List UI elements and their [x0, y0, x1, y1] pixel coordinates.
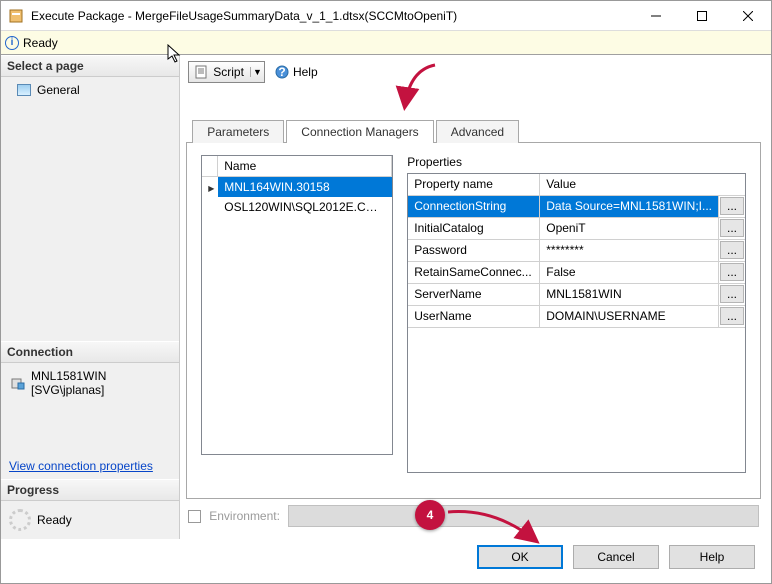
toolbar-help-label: Help	[293, 65, 318, 79]
window-title: Execute Package - MergeFileUsageSummaryD…	[31, 9, 633, 23]
list-item[interactable]: MNL164WIN.30158	[202, 177, 392, 197]
environment-combobox[interactable]	[288, 505, 759, 527]
prop-ellipsis-button[interactable]: ...	[720, 307, 744, 325]
properties-panel: Properties Property name Value Connectio…	[407, 155, 746, 486]
progress-header: Progress	[1, 479, 179, 501]
prop-name: UserName	[408, 306, 540, 327]
tabstrip: Parameters Connection Managers Advanced	[186, 119, 761, 143]
app-icon	[1, 8, 31, 24]
prop-name: RetainSameConnec...	[408, 262, 540, 283]
properties-label: Properties	[407, 155, 746, 169]
ready-icon: i	[5, 36, 19, 50]
toolbar-help-button[interactable]: ? Help	[275, 65, 318, 79]
list-header-blank	[202, 156, 218, 176]
view-connection-properties-link[interactable]: View connection properties	[1, 453, 179, 479]
server-icon	[11, 376, 25, 390]
prop-header-value[interactable]: Value	[540, 174, 745, 195]
close-button[interactable]	[725, 1, 771, 31]
prop-ellipsis-button[interactable]: ...	[720, 219, 744, 237]
tab-parameters[interactable]: Parameters	[192, 120, 284, 143]
toolbar: Script ▼ ? Help	[186, 59, 761, 85]
help-button[interactable]: Help	[669, 545, 755, 569]
progress-section: Ready	[1, 501, 179, 539]
cancel-button[interactable]: Cancel	[573, 545, 659, 569]
prop-ellipsis-button[interactable]: ...	[720, 285, 744, 303]
environment-checkbox[interactable]	[188, 510, 201, 523]
right-pane: Script ▼ ? Help Parameters Connection Ma…	[180, 55, 771, 539]
prop-row[interactable]: Password ******** ...	[408, 240, 745, 262]
prop-value[interactable]: DOMAIN\USERNAME	[540, 306, 719, 327]
prop-ellipsis-button[interactable]: ...	[720, 197, 744, 215]
list-row-indicator-icon	[202, 197, 218, 217]
prop-row[interactable]: ConnectionString Data Source=MNL1581WIN;…	[408, 196, 745, 218]
dialog-buttons: OK Cancel Help	[1, 539, 771, 583]
prop-row[interactable]: UserName DOMAIN\USERNAME ...	[408, 306, 745, 328]
progress-spinner-icon	[9, 509, 31, 531]
script-button[interactable]: Script ▼	[188, 61, 265, 83]
tab-connection-managers[interactable]: Connection Managers	[286, 120, 433, 143]
help-icon: ?	[275, 65, 289, 79]
page-item-general[interactable]: General	[7, 81, 173, 99]
left-pane: Select a page General Connection MNL1581…	[1, 55, 180, 539]
prop-value[interactable]: MNL1581WIN	[540, 284, 719, 305]
prop-row[interactable]: ServerName MNL1581WIN ...	[408, 284, 745, 306]
prop-value[interactable]: False	[540, 262, 719, 283]
ok-button[interactable]: OK	[477, 545, 563, 569]
connection-manager-list[interactable]: Name MNL164WIN.30158 OSL120WIN\SQL2012E.…	[201, 155, 393, 455]
titlebar: Execute Package - MergeFileUsageSummaryD…	[1, 1, 771, 31]
prop-name: ConnectionString	[408, 196, 540, 217]
connection-value: MNL1581WIN [SVG\jplanas]	[7, 367, 173, 399]
list-header: Name	[202, 156, 392, 177]
script-button-label: Script	[213, 65, 244, 79]
progress-text: Ready	[37, 513, 72, 527]
maximize-button[interactable]	[679, 1, 725, 31]
environment-row: Environment:	[186, 499, 761, 539]
list-item[interactable]: OSL120WIN\SQL2012E.CM_...	[202, 197, 392, 217]
page-icon	[17, 84, 31, 96]
prop-ellipsis-button[interactable]: ...	[720, 263, 744, 281]
tab-body: Name MNL164WIN.30158 OSL120WIN\SQL2012E.…	[186, 143, 761, 499]
environment-label: Environment:	[209, 509, 280, 523]
page-item-label: General	[37, 83, 80, 97]
select-page-header: Select a page	[1, 55, 179, 77]
prop-name: ServerName	[408, 284, 540, 305]
script-icon	[195, 65, 209, 79]
status-text: Ready	[23, 36, 58, 50]
tab-advanced[interactable]: Advanced	[436, 120, 519, 143]
status-bar: i Ready	[1, 31, 771, 55]
list-item-label: OSL120WIN\SQL2012E.CM_...	[218, 197, 392, 217]
prop-row[interactable]: InitialCatalog OpeniT ...	[408, 218, 745, 240]
connection-header: Connection	[1, 341, 179, 363]
properties-grid: Property name Value ConnectionString Dat…	[407, 173, 746, 473]
prop-ellipsis-button[interactable]: ...	[720, 241, 744, 259]
prop-value[interactable]: ********	[540, 240, 719, 261]
prop-header-name[interactable]: Property name	[408, 174, 540, 195]
script-dropdown-icon[interactable]: ▼	[250, 67, 264, 77]
list-row-indicator-icon	[202, 177, 218, 197]
page-list: General	[1, 77, 179, 341]
prop-name: InitialCatalog	[408, 218, 540, 239]
connection-label: MNL1581WIN [SVG\jplanas]	[31, 369, 163, 397]
minimize-button[interactable]	[633, 1, 679, 31]
prop-row[interactable]: RetainSameConnec... False ...	[408, 262, 745, 284]
prop-name: Password	[408, 240, 540, 261]
connection-section: MNL1581WIN [SVG\jplanas]	[1, 363, 179, 403]
prop-header-row: Property name Value	[408, 174, 745, 196]
main-content: Select a page General Connection MNL1581…	[1, 55, 771, 539]
prop-value[interactable]: Data Source=MNL1581WIN;I...	[540, 196, 719, 217]
annotation-badge: 4	[415, 500, 445, 530]
prop-value[interactable]: OpeniT	[540, 218, 719, 239]
list-header-name[interactable]: Name	[218, 156, 392, 176]
list-item-label: MNL164WIN.30158	[218, 177, 392, 197]
svg-text:?: ?	[278, 65, 285, 79]
